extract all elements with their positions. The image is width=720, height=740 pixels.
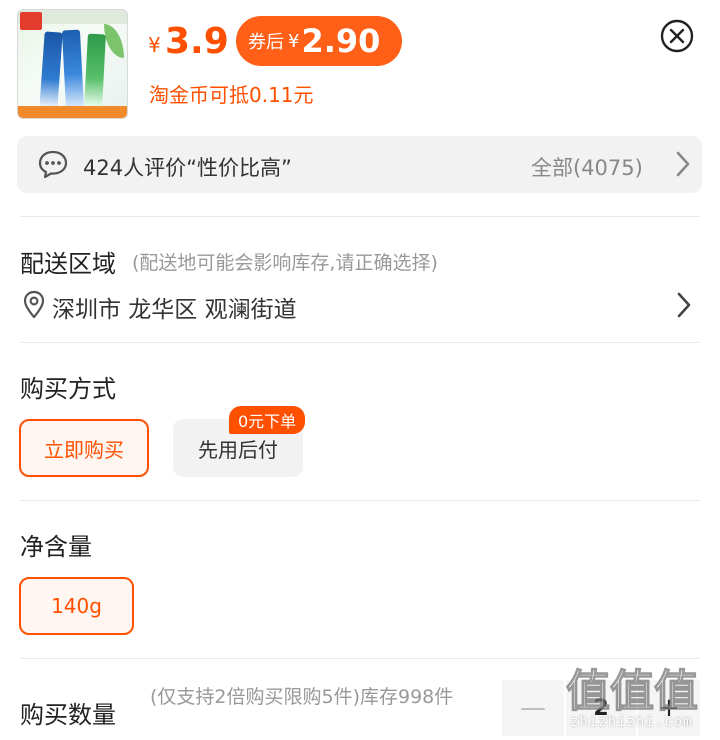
coupon-price: 2.90	[301, 22, 381, 60]
quantity-note: (仅支持2倍购买限购5件)库存998件	[150, 686, 454, 708]
thumbnail-brand-tag	[20, 12, 42, 30]
chevron-right-icon	[676, 151, 690, 177]
delivery-address[interactable]: 深圳市 龙华区 观澜街道	[52, 290, 297, 324]
delivery-note: (配送地可能会影响库存,请正确选择)	[132, 252, 438, 274]
watermark-domain: zhizhizhi.com	[570, 714, 693, 730]
toothpaste-tube-image	[39, 31, 63, 111]
option-buy-now[interactable]: 立即购买	[19, 419, 149, 477]
divider	[20, 500, 700, 501]
review-all-link[interactable]: 全部(4075)	[531, 152, 643, 182]
option-label: 140g	[51, 594, 102, 618]
coin-discount-text: 淘金币可抵0.11元	[149, 83, 314, 107]
review-highlight-text: 424人评价“性价比高”	[83, 156, 292, 180]
product-thumbnail[interactable]	[17, 9, 128, 119]
toothpaste-tube-image	[84, 33, 106, 109]
divider	[20, 342, 700, 343]
option-label: 立即购买	[44, 437, 124, 462]
option-140g[interactable]: 140g	[19, 577, 134, 635]
coupon-label: 券后	[248, 32, 284, 53]
price-value: 3.9	[165, 21, 229, 62]
quantity-title: 购买数量	[20, 701, 116, 729]
mint-leaf-image	[104, 24, 124, 58]
divider	[20, 216, 700, 217]
review-summary-bar[interactable]: 424人评价“性价比高” 全部(4075)	[17, 136, 702, 193]
quantity-decrease-button[interactable]: —	[502, 680, 564, 736]
option-label: 先用后付	[198, 437, 278, 462]
watermark-logo-text: 值值值	[566, 666, 698, 716]
divider	[20, 658, 700, 659]
close-circle-icon[interactable]	[658, 17, 696, 55]
delivery-title: 配送区域	[20, 250, 116, 278]
coupon-currency: ¥	[288, 30, 300, 52]
price-currency: ¥	[148, 33, 161, 57]
location-pin-icon	[23, 290, 45, 319]
chevron-right-icon[interactable]	[675, 290, 693, 320]
purchase-method-title: 购买方式	[20, 375, 116, 403]
net-content-title: 净含量	[20, 533, 92, 561]
pay-later-badge: 0元下单	[229, 406, 306, 434]
chat-bubble-icon	[38, 150, 68, 179]
thumbnail-promo-strip	[18, 106, 127, 118]
toothpaste-tube-image	[61, 29, 85, 111]
coupon-price-badge: 券后 ¥ 2.90	[236, 16, 402, 66]
